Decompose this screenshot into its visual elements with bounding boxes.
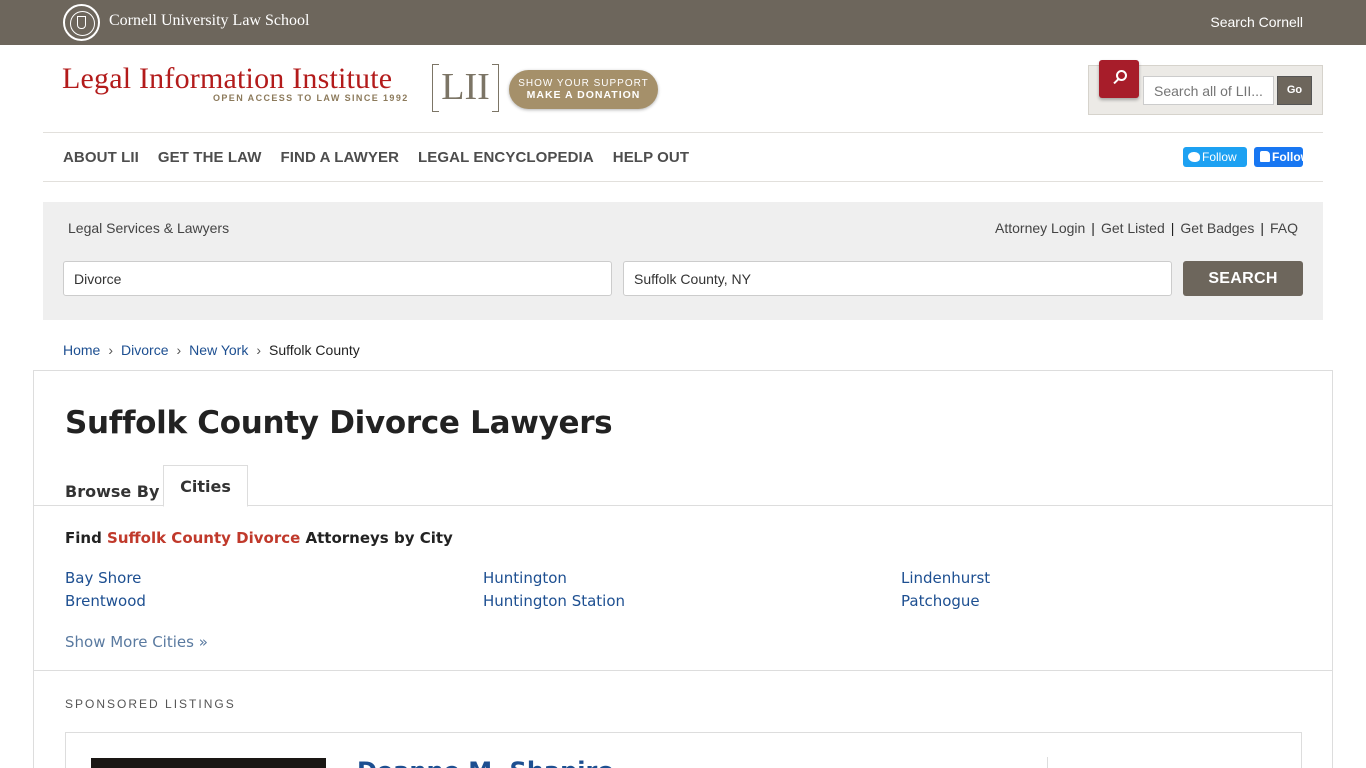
city-link[interactable]: Lindenhurst [901, 569, 1315, 587]
breadcrumb-current: Suffolk County [269, 342, 360, 358]
city-link[interactable]: Bay Shore [65, 569, 483, 587]
lii-mark-logo[interactable]: LII [432, 64, 499, 112]
legal-services-panel: Legal Services & Lawyers Attorney Login |… [43, 202, 1323, 320]
lii-search-input[interactable] [1143, 76, 1274, 105]
nav-divider-top [43, 132, 1323, 133]
main-content-card: Suffolk County Divorce Lawyers Browse By… [33, 370, 1333, 768]
attorney-login-link[interactable]: Attorney Login [995, 220, 1085, 236]
lii-search-go-button[interactable]: Go [1277, 76, 1312, 105]
nav-find-a-lawyer[interactable]: FIND A LAWYER [281, 149, 400, 166]
lawyer-search-button[interactable]: SEARCH [1183, 261, 1303, 296]
twitter-bird-icon [1188, 152, 1200, 162]
nav-help-out[interactable]: HELP OUT [613, 149, 689, 166]
sponsored-listing-card: Deanne M. Shapiro [65, 732, 1302, 768]
get-listed-link[interactable]: Get Listed [1101, 220, 1165, 236]
attorney-photo[interactable] [91, 758, 326, 768]
lii-logo[interactable]: Legal Information Institute [62, 62, 392, 96]
legal-services-title[interactable]: Legal Services & Lawyers [68, 220, 229, 236]
breadcrumb: Home › Divorce › New York › Suffolk County [63, 342, 360, 358]
city-link[interactable]: Huntington Station [483, 592, 901, 610]
legal-topic-input[interactable] [63, 261, 612, 296]
lii-tagline: OPEN ACCESS TO LAW SINCE 1992 [213, 93, 409, 103]
city-link[interactable]: Brentwood [65, 592, 483, 610]
find-by-city-heading: Find Suffolk County Divorce Attorneys by… [65, 529, 453, 547]
twitter-follow-label: Follow [1202, 150, 1237, 164]
search-icon [1099, 60, 1139, 98]
cornell-top-bar: Cornell University Law School Search Cor… [0, 0, 1366, 45]
tab-cities[interactable]: Cities [163, 465, 248, 507]
cities-list: Bay Shore Huntington Lindenhurst Brentwo… [65, 569, 1315, 610]
cornell-brand-link[interactable]: Cornell University Law School [109, 12, 309, 30]
attorney-name-link[interactable]: Deanne M. Shapiro [357, 757, 614, 768]
get-badges-link[interactable]: Get Badges [1180, 220, 1254, 236]
nav-get-the-law[interactable]: GET THE LAW [158, 149, 262, 166]
faq-link[interactable]: FAQ [1270, 220, 1298, 236]
nav-divider-bottom [43, 181, 1323, 182]
breadcrumb-home[interactable]: Home [63, 342, 100, 358]
donate-line1: SHOW YOUR SUPPORT [518, 78, 649, 89]
main-nav: ABOUT LII GET THE LAW FIND A LAWYER LEGA… [63, 149, 708, 166]
show-more-cities-link[interactable]: Show More Cities » [65, 633, 208, 651]
breadcrumb-new-york[interactable]: New York [189, 342, 248, 358]
nav-about-lii[interactable]: ABOUT LII [63, 149, 139, 166]
city-link[interactable]: Patchogue [901, 592, 1315, 610]
breadcrumb-divorce[interactable]: Divorce [121, 342, 168, 358]
section-divider [34, 670, 1332, 671]
donate-line2: MAKE A DONATION [526, 89, 641, 101]
twitter-follow-button[interactable]: Follow [1183, 147, 1247, 167]
donate-button[interactable]: SHOW YOUR SUPPORT MAKE A DONATION [509, 70, 658, 109]
page-title: Suffolk County Divorce Lawyers [65, 405, 613, 441]
browse-by-label: Browse By [65, 482, 160, 501]
sponsored-listings-label: SPONSORED LISTINGS [65, 697, 236, 711]
city-link[interactable]: Huntington [483, 569, 901, 587]
search-cornell-link[interactable]: Search Cornell [1210, 14, 1303, 30]
legal-services-links: Attorney Login | Get Listed | Get Badges | FAQ [995, 220, 1298, 236]
find-heading-accent: Suffolk County Divorce [107, 529, 301, 547]
location-input[interactable] [623, 261, 1172, 296]
cornell-seal-icon[interactable] [63, 4, 100, 41]
nav-legal-encyclopedia[interactable]: LEGAL ENCYCLOPEDIA [418, 149, 594, 166]
facebook-follow-label: Follow [1272, 150, 1303, 164]
listing-divider [1047, 757, 1048, 768]
facebook-follow-button[interactable]: Follow [1254, 147, 1303, 167]
facebook-like-icon [1260, 151, 1270, 162]
